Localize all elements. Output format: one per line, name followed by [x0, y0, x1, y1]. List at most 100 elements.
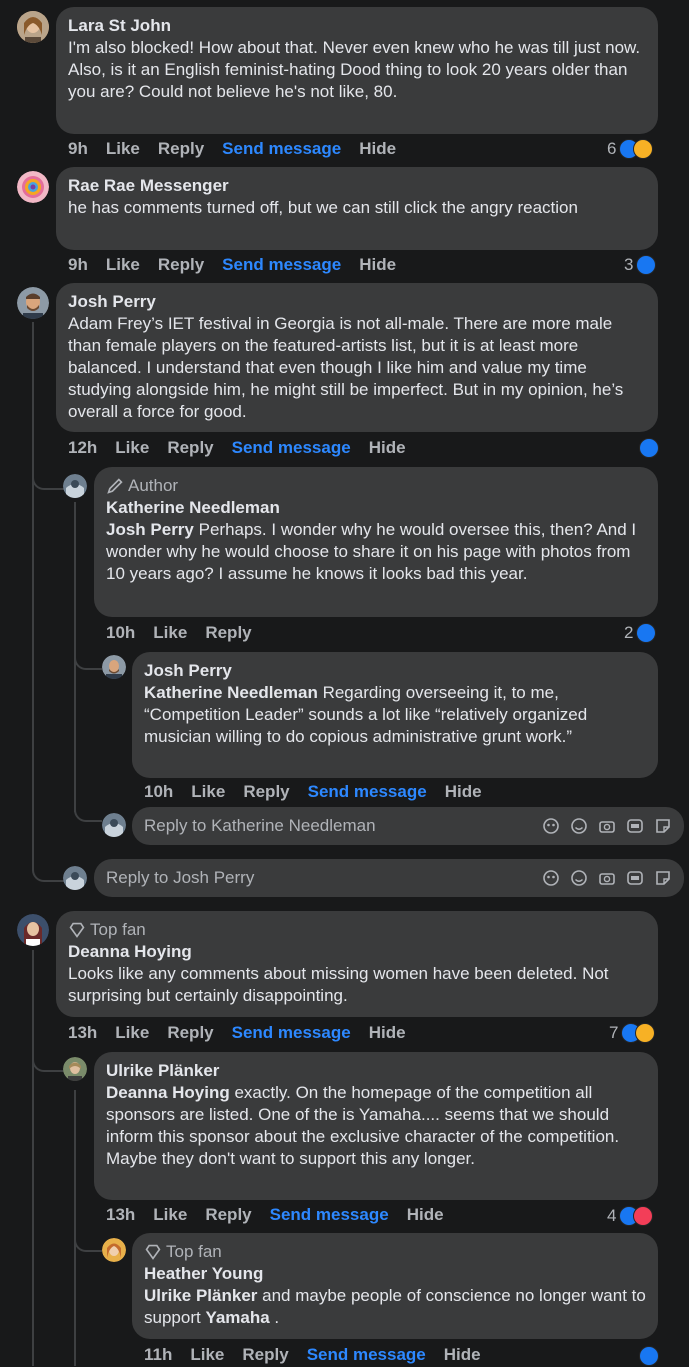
- comment-text: I'm also blocked! How about that. Never …: [68, 38, 641, 101]
- avatar[interactable]: [102, 1238, 126, 1262]
- like-button[interactable]: Like: [191, 782, 225, 802]
- hide-button[interactable]: Hide: [445, 782, 482, 802]
- comment-author[interactable]: Katherine Needleman: [106, 497, 646, 519]
- author-badge: Author: [106, 475, 646, 497]
- like-button[interactable]: Like: [115, 438, 149, 458]
- hide-button[interactable]: Hide: [369, 438, 406, 458]
- sticker-icon[interactable]: [654, 817, 672, 835]
- comment-time[interactable]: 11h: [144, 1345, 172, 1365]
- like-button[interactable]: Like: [153, 623, 187, 643]
- send-message-button[interactable]: Send message: [270, 1205, 389, 1225]
- reply-button[interactable]: Reply: [158, 139, 204, 159]
- reaction-summary[interactable]: 3: [624, 254, 657, 276]
- avatar[interactable]: [17, 914, 49, 946]
- comment-actions: 10h Like Reply Send message Hide: [144, 780, 500, 804]
- reply-input[interactable]: Reply to Katherine Needleman: [132, 807, 684, 845]
- reply-button[interactable]: Reply: [205, 623, 251, 643]
- reaction-summary[interactable]: 2: [624, 622, 657, 644]
- avatar[interactable]: [17, 171, 49, 203]
- camera-icon[interactable]: [598, 869, 616, 887]
- send-message-button[interactable]: Send message: [222, 255, 341, 275]
- comment-author[interactable]: Rae Rae Messenger: [68, 175, 646, 197]
- like-icon: [636, 255, 657, 275]
- comment-time[interactable]: 10h: [106, 623, 135, 643]
- send-message-button[interactable]: Send message: [307, 1345, 426, 1365]
- mention-link[interactable]: Josh Perry: [106, 520, 194, 539]
- send-message-button[interactable]: Send message: [222, 139, 341, 159]
- reply-button[interactable]: Reply: [167, 1023, 213, 1043]
- gif-icon[interactable]: [626, 817, 644, 835]
- avatar[interactable]: [63, 1057, 87, 1081]
- reaction-count: 2: [624, 623, 634, 642]
- hide-button[interactable]: Hide: [359, 139, 396, 159]
- avatar[interactable]: [17, 11, 49, 43]
- comment-time[interactable]: 10h: [144, 782, 173, 802]
- comment-actions: 13h Like Reply Send message Hide: [68, 1021, 424, 1045]
- sticker-icon[interactable]: [654, 869, 672, 887]
- reply-button[interactable]: Reply: [158, 255, 204, 275]
- comment-author[interactable]: Lara St John: [68, 15, 646, 37]
- reply-input[interactable]: Reply to Josh Perry: [94, 859, 684, 897]
- reaction-summary[interactable]: [639, 1345, 659, 1367]
- comment-bubble: Ulrike Plänker Deanna Hoying exactly. On…: [94, 1052, 658, 1200]
- avatar-sticker-icon[interactable]: [542, 817, 560, 835]
- emoji-icon[interactable]: [570, 869, 588, 887]
- comment-time[interactable]: 9h: [68, 255, 88, 275]
- badge-label: Top fan: [166, 1242, 222, 1261]
- avatar-sticker-icon[interactable]: [542, 869, 560, 887]
- like-button[interactable]: Like: [115, 1023, 149, 1043]
- comment-author[interactable]: Ulrike Plänker: [106, 1060, 646, 1082]
- comment-text: he has comments turned off, but we can s…: [68, 198, 578, 217]
- comment-time[interactable]: 13h: [68, 1023, 97, 1043]
- avatar[interactable]: [17, 287, 49, 319]
- badge-label: Top fan: [90, 920, 146, 939]
- comment-text: Ulrike Plänker and maybe people of consc…: [144, 1285, 646, 1329]
- reaction-summary[interactable]: 7: [609, 1022, 656, 1044]
- reaction-count: 6: [607, 139, 617, 158]
- like-icon: [639, 1346, 659, 1366]
- send-message-button[interactable]: Send message: [232, 1023, 351, 1043]
- camera-icon[interactable]: [598, 817, 616, 835]
- thread-elbow: [74, 640, 102, 670]
- pencil-icon: [107, 478, 123, 494]
- like-icon: [636, 623, 657, 643]
- comment-bubble: Top fan Heather Young Ulrike Plänker and…: [132, 1233, 658, 1339]
- reaction-summary[interactable]: 4: [607, 1205, 654, 1227]
- mention-link[interactable]: Deanna Hoying: [106, 1083, 230, 1102]
- reply-button[interactable]: Reply: [242, 1345, 288, 1365]
- thread-line: [32, 322, 34, 862]
- reply-placeholder: Reply to Josh Perry: [106, 868, 255, 887]
- hide-button[interactable]: Hide: [407, 1205, 444, 1225]
- reply-button[interactable]: Reply: [205, 1205, 251, 1225]
- hide-button[interactable]: Hide: [369, 1023, 406, 1043]
- like-button[interactable]: Like: [190, 1345, 224, 1365]
- comment-time[interactable]: 9h: [68, 139, 88, 159]
- send-message-button[interactable]: Send message: [232, 438, 351, 458]
- avatar[interactable]: [102, 655, 126, 679]
- comment-actions: 9h Like Reply Send message Hide: [68, 137, 414, 161]
- emoji-icon[interactable]: [570, 817, 588, 835]
- comment-time[interactable]: 12h: [68, 438, 97, 458]
- send-message-button[interactable]: Send message: [308, 782, 427, 802]
- like-button[interactable]: Like: [106, 255, 140, 275]
- comment-text: Katherine Needleman Regarding overseeing…: [144, 682, 646, 748]
- avatar[interactable]: [63, 474, 87, 498]
- comment-author[interactable]: Heather Young: [144, 1263, 646, 1285]
- mention-link[interactable]: Yamaha: [205, 1308, 269, 1327]
- hide-button[interactable]: Hide: [444, 1345, 481, 1365]
- gif-icon[interactable]: [626, 869, 644, 887]
- comment-author[interactable]: Deanna Hoying: [68, 941, 646, 963]
- reply-button[interactable]: Reply: [167, 438, 213, 458]
- comment-author[interactable]: Josh Perry: [144, 660, 646, 682]
- comment-time[interactable]: 13h: [106, 1205, 135, 1225]
- comment-author[interactable]: Josh Perry: [68, 291, 646, 313]
- reply-button[interactable]: Reply: [243, 782, 289, 802]
- like-button[interactable]: Like: [106, 139, 140, 159]
- like-button[interactable]: Like: [153, 1205, 187, 1225]
- diamond-icon: [145, 1244, 161, 1260]
- hide-button[interactable]: Hide: [359, 255, 396, 275]
- reaction-summary[interactable]: 6: [607, 138, 654, 160]
- reaction-summary[interactable]: [639, 437, 659, 459]
- mention-link[interactable]: Katherine Needleman: [144, 683, 318, 702]
- mention-link[interactable]: Ulrike Plänker: [144, 1286, 257, 1305]
